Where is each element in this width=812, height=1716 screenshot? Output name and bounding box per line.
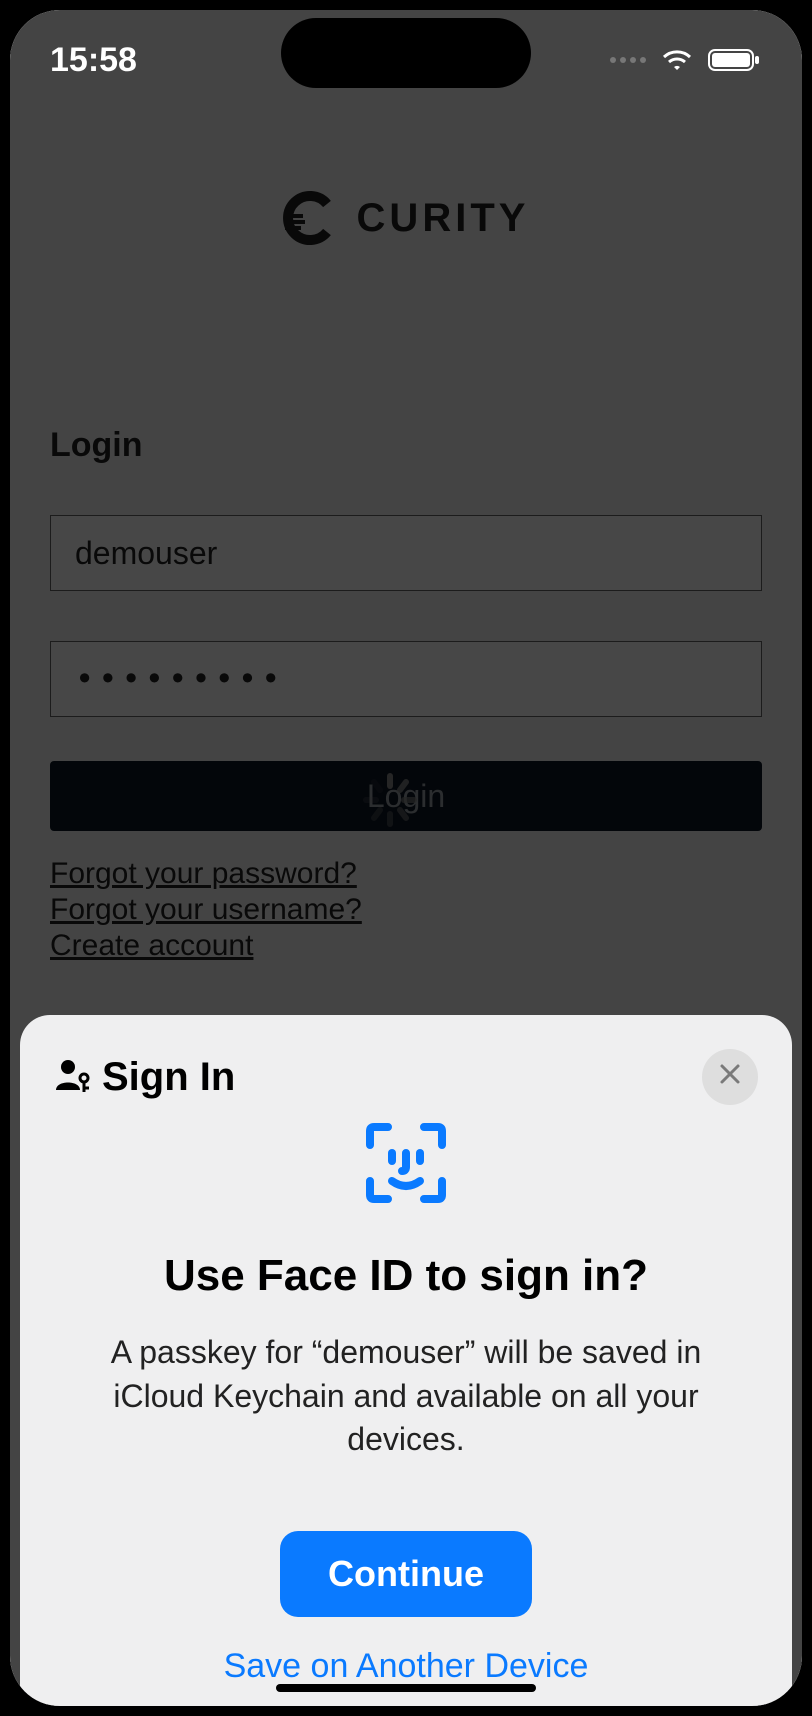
sheet-header: Sign In xyxy=(54,1049,758,1105)
status-time: 15:58 xyxy=(50,41,137,80)
cellular-icon xyxy=(610,57,646,63)
sheet-heading: Use Face ID to sign in? xyxy=(54,1251,758,1301)
sheet-title: Sign In xyxy=(102,1055,235,1100)
close-button[interactable] xyxy=(702,1049,758,1105)
sheet-title-wrap: Sign In xyxy=(54,1055,235,1100)
person-key-icon xyxy=(54,1056,92,1099)
wifi-icon xyxy=(660,47,694,73)
save-another-device-link[interactable]: Save on Another Device xyxy=(54,1647,758,1686)
close-icon xyxy=(718,1060,742,1094)
continue-button[interactable]: Continue xyxy=(280,1531,532,1617)
dynamic-island xyxy=(281,18,531,88)
status-right xyxy=(610,47,762,73)
sheet-body-text: A passkey for “demouser” will be saved i… xyxy=(54,1331,758,1461)
screen: CURITY Login Login Forgot your password?… xyxy=(10,10,802,1706)
signin-sheet: Sign In xyxy=(20,1015,792,1706)
battery-icon xyxy=(708,47,762,73)
faceid-icon xyxy=(54,1115,758,1211)
phone-frame: CURITY Login Login Forgot your password?… xyxy=(0,0,812,1716)
home-indicator[interactable] xyxy=(276,1684,536,1692)
